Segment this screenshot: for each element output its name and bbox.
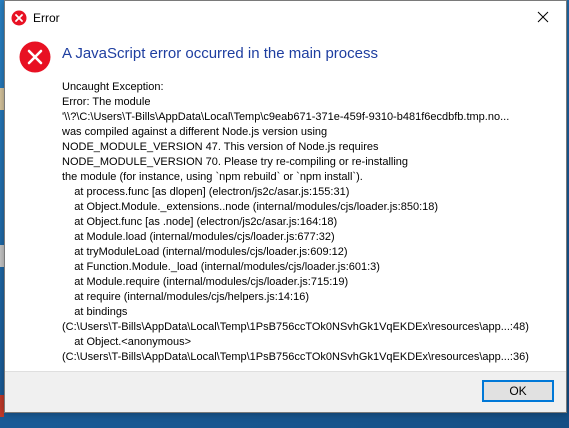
- message-line: at process.func [as dlopen] (electron/js…: [62, 186, 350, 198]
- dialog-content: A JavaScript error occurred in the main …: [5, 33, 566, 371]
- message-line: at Object.<anonymous>: [62, 336, 192, 348]
- message-line: '\\?\C:\Users\T-Bills\AppData\Local\Temp…: [62, 111, 510, 123]
- message-line: at Module.require (internal/modules/cjs/…: [62, 276, 349, 288]
- error-icon: [11, 10, 27, 26]
- ok-button[interactable]: OK: [482, 380, 554, 402]
- message-line: Uncaught Exception:: [62, 81, 164, 93]
- message-line: at require (internal/modules/cjs/helpers…: [62, 291, 310, 303]
- message-line: at Module.load (internal/modules/cjs/loa…: [62, 231, 335, 243]
- title-bar[interactable]: Error: [5, 1, 566, 33]
- message-line: (C:\Users\T-Bills\AppData\Local\Temp\1Ps…: [62, 351, 529, 363]
- message-line: the module (for instance, using `npm reb…: [62, 171, 363, 183]
- close-icon: [537, 11, 549, 23]
- error-message: Uncaught Exception: Error: The module '\\?…: [62, 80, 560, 365]
- window-title: Error: [33, 11, 60, 25]
- error-dialog: Error A JavaScript error occurred in the…: [4, 0, 567, 413]
- message-line: at Object.Module._extensions..node (inte…: [62, 201, 439, 213]
- button-bar: OK: [5, 371, 566, 412]
- message-line: (C:\Users\T-Bills\AppData\Local\Temp\1Ps…: [62, 321, 529, 333]
- message-line: at Object.func [as .node] (electron/js2c…: [62, 216, 338, 228]
- error-icon: [19, 41, 51, 73]
- message-line: was compiled against a different Node.js…: [62, 126, 328, 138]
- message-line: at tryModuleLoad (internal/modules/cjs/l…: [62, 246, 348, 258]
- main-instruction: A JavaScript error occurred in the main …: [62, 45, 378, 62]
- message-line: at bindings: [62, 306, 128, 318]
- message-line: NODE_MODULE_VERSION 47. This version of …: [62, 141, 379, 153]
- message-line: Error: The module: [62, 96, 151, 108]
- message-line: at Function.Module._load (internal/modul…: [62, 261, 380, 273]
- close-button[interactable]: [520, 1, 566, 33]
- message-line: NODE_MODULE_VERSION 70. Please try re-co…: [62, 156, 409, 168]
